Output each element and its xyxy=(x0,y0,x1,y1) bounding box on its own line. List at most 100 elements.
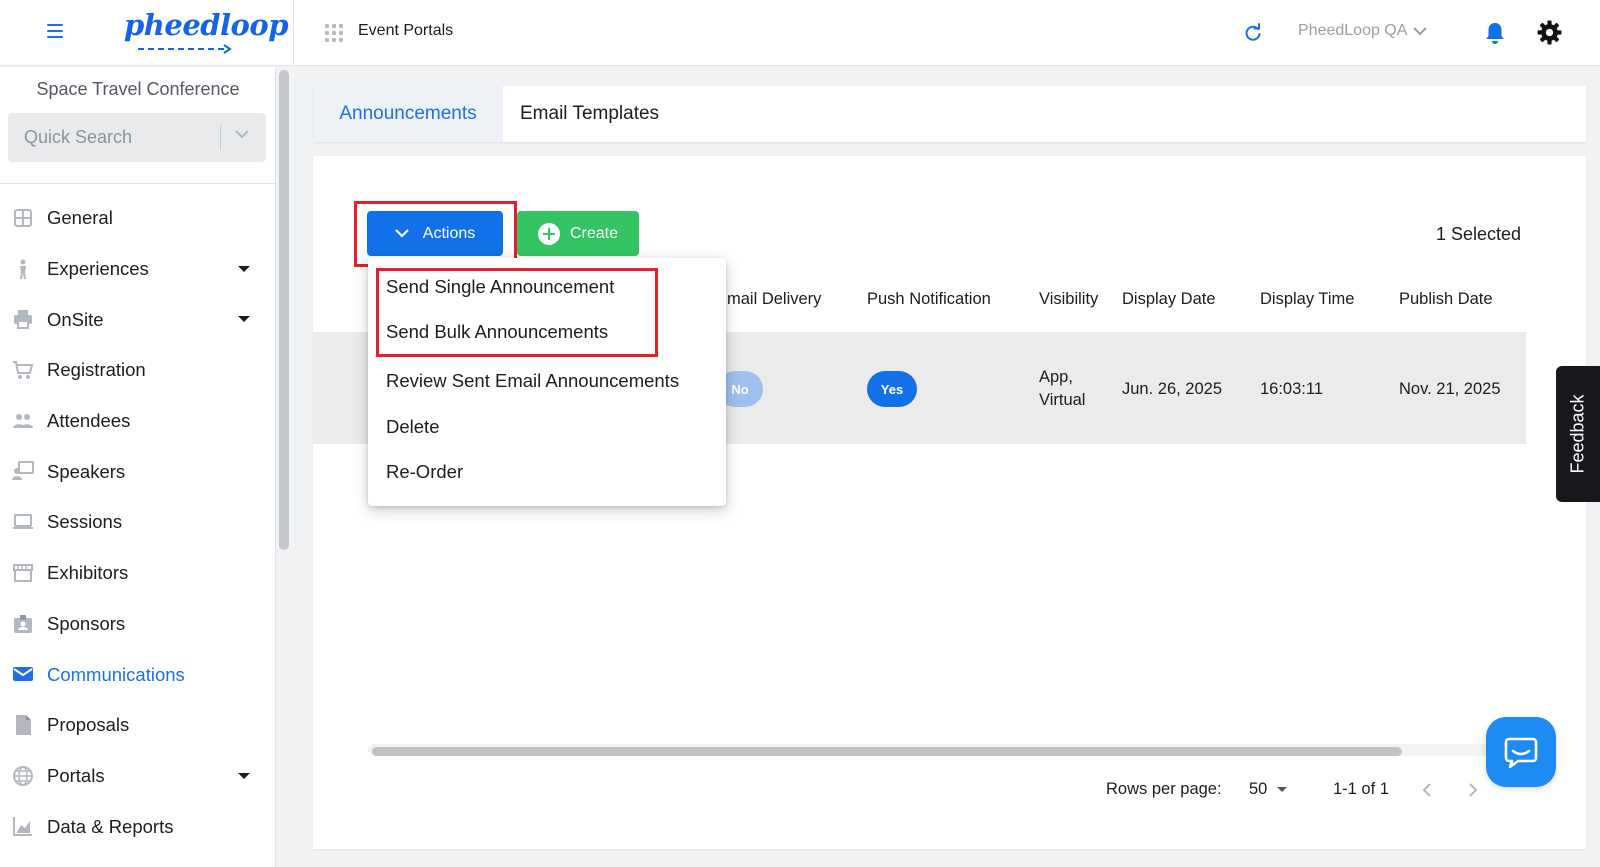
organization-select[interactable]: PheedLoop QA xyxy=(1298,22,1428,40)
create-button[interactable]: Create xyxy=(517,211,639,256)
apps-grid-icon[interactable] xyxy=(325,24,343,42)
column-header-display-time[interactable]: Display Time xyxy=(1260,290,1354,309)
presenter-icon xyxy=(12,461,34,481)
plus-circle-icon xyxy=(537,222,560,245)
actions-button-label: Actions xyxy=(422,224,476,242)
display-date-cell: Jun. 26, 2025 xyxy=(1122,380,1222,398)
menu-item-re-order[interactable]: Re-Order xyxy=(386,461,463,483)
sidebar-item-exhibitors[interactable]: Exhibitors xyxy=(0,548,270,599)
visibility-cell-line2: Virtual xyxy=(1039,391,1086,409)
tabs-bar: Announcements Email Templates xyxy=(313,86,1586,142)
grid-icon xyxy=(14,209,32,227)
chat-support-button[interactable] xyxy=(1486,717,1556,787)
globe-icon xyxy=(13,765,33,786)
caret-down-icon[interactable] xyxy=(238,316,250,323)
menu-item-review-sent-email-announcements[interactable]: Review Sent Email Announcements xyxy=(386,370,679,392)
table-scrollbar-thumb[interactable] xyxy=(372,747,1402,756)
sidebar-item-communications[interactable]: Communications xyxy=(0,649,270,700)
logo-swoosh-icon xyxy=(138,44,232,54)
display-time-cell: 16:03:11 xyxy=(1260,380,1324,398)
printer-icon xyxy=(14,310,32,330)
publish-date-cell: Nov. 21, 2025 xyxy=(1399,380,1501,398)
pheedloop-logo[interactable]: pheedloop xyxy=(124,8,289,60)
caret-down-icon[interactable] xyxy=(238,772,250,779)
cart-icon xyxy=(13,361,34,380)
column-header-display-date[interactable]: Display Date xyxy=(1122,290,1216,309)
sidebar-item-experiences[interactable]: Experiences xyxy=(0,244,270,295)
sidebar-item-label: Proposals xyxy=(47,714,130,736)
feedback-tab[interactable]: Feedback xyxy=(1556,366,1600,502)
sidebar-item-label: Exhibitors xyxy=(47,562,129,584)
selected-count: 1 Selected xyxy=(1436,224,1522,244)
quick-search-select[interactable]: Quick Search xyxy=(8,113,266,162)
sidebar-item-speakers[interactable]: Speakers xyxy=(0,446,270,497)
visibility-cell-line1: App, xyxy=(1039,368,1073,386)
top-bar-divider xyxy=(293,0,294,66)
sidebar-item-attendees[interactable]: Attendees xyxy=(0,396,270,447)
sidebar-item-label: Portals xyxy=(47,764,105,786)
storefront-icon xyxy=(13,563,33,582)
sidebar-item-label: Speakers xyxy=(47,460,126,482)
top-bar: pheedloop Event Portals PheedLoop QA xyxy=(0,0,1600,66)
sidebar-item-onsite[interactable]: OnSite xyxy=(0,294,270,345)
badge-icon xyxy=(14,614,32,633)
section-title: Event Portals xyxy=(358,22,454,39)
sidebar-item-label: General xyxy=(47,207,113,229)
refresh-icon[interactable] xyxy=(1243,23,1263,43)
caret-down-icon[interactable] xyxy=(238,265,250,272)
sidebar-item-label: Sessions xyxy=(47,511,123,533)
tab-email-templates[interactable]: Email Templates xyxy=(520,86,659,142)
hamburger-menu-icon[interactable] xyxy=(47,24,63,38)
sidebar-item-general[interactable]: General xyxy=(0,193,270,244)
chat-bubble-icon xyxy=(1504,737,1538,768)
sidebar-item-registration[interactable]: Registration xyxy=(0,345,270,396)
rows-per-page-value: 50 xyxy=(1249,780,1268,798)
quick-search-divider xyxy=(220,125,221,150)
sidebar-item-label: Data & Reports xyxy=(47,815,174,837)
mail-icon xyxy=(13,667,33,682)
sidebar: Space Travel Conference Quick Search Gen… xyxy=(0,67,276,867)
pagination-range: 1-1 of 1 xyxy=(1333,780,1389,798)
column-header-visibility[interactable]: Visibility xyxy=(1039,290,1098,309)
actions-button[interactable]: Actions xyxy=(367,211,503,256)
rows-per-page-select[interactable]: 50 xyxy=(1249,780,1288,799)
laptop-icon xyxy=(13,514,33,530)
person-icon xyxy=(20,259,26,279)
notification-bell-icon[interactable] xyxy=(1484,21,1506,45)
sidebar-item-label: OnSite xyxy=(47,308,104,330)
chevron-down-icon xyxy=(1413,26,1428,35)
sidebar-nav: General Experiences OnSite Registration … xyxy=(0,193,270,852)
sidebar-item-proposals[interactable]: Proposals xyxy=(0,700,270,751)
column-header-push-notification[interactable]: Push Notification xyxy=(867,290,991,309)
sidebar-item-label: Attendees xyxy=(47,410,131,432)
document-icon xyxy=(16,714,31,735)
send-options-highlight-box xyxy=(376,268,658,357)
chart-icon xyxy=(13,817,32,837)
menu-item-delete[interactable]: Delete xyxy=(386,416,439,438)
sidebar-item-label: Sponsors xyxy=(47,612,126,634)
caret-down-icon xyxy=(1277,787,1288,792)
chevron-left-icon[interactable] xyxy=(1422,782,1432,798)
column-header-publish-date[interactable]: Publish Date xyxy=(1399,290,1493,309)
create-button-label: Create xyxy=(569,224,619,242)
people-icon xyxy=(13,413,33,428)
column-header-email-delivery[interactable]: mail Delivery xyxy=(727,290,821,309)
chevron-right-icon[interactable] xyxy=(1468,782,1478,798)
sidebar-item-portals[interactable]: Portals xyxy=(0,751,270,802)
sidebar-item-label: Communications xyxy=(47,663,185,685)
sidebar-scrollbar[interactable] xyxy=(279,70,289,550)
sidebar-item-label: Experiences xyxy=(47,258,149,280)
sidebar-item-data-reports[interactable]: Data & Reports xyxy=(0,801,270,852)
chevron-down-icon[interactable] xyxy=(234,129,250,139)
rows-per-page-label: Rows per page: xyxy=(1106,780,1222,798)
quick-search-placeholder: Quick Search xyxy=(24,127,133,147)
chevron-down-icon xyxy=(394,229,409,238)
push-notification-badge: Yes xyxy=(867,371,917,407)
settings-gear-icon[interactable] xyxy=(1537,20,1562,45)
sidebar-item-label: Registration xyxy=(47,359,146,381)
sidebar-item-sessions[interactable]: Sessions xyxy=(0,497,270,548)
tab-announcements[interactable]: Announcements xyxy=(313,86,503,142)
organization-name: PheedLoop QA xyxy=(1298,22,1408,39)
event-name: Space Travel Conference xyxy=(36,79,240,99)
sidebar-item-sponsors[interactable]: Sponsors xyxy=(0,599,270,650)
